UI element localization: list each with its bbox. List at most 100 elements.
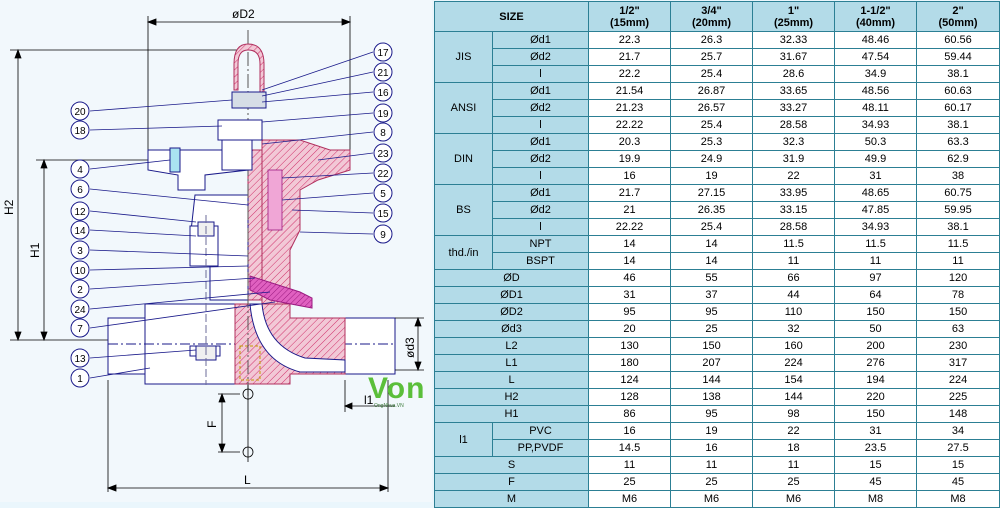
table-cell: 60.63 [916,82,1000,100]
table-cell: 148 [916,405,1000,423]
table-row: ANSI Ød1 21.54 26.87 33.65 48.56 60.63 [434,82,1000,134]
callout-8: 8 [373,122,393,142]
table-cell: 24.9 [670,150,754,168]
callout-20: 20 [70,101,90,121]
row-label: l [491,116,590,134]
callout-22: 22 [373,163,393,183]
table-cell: 63 [916,320,1000,338]
table-cell: 60.17 [916,99,1000,117]
valve-drawing: øD2 H2 H1 F L l1 ød3 20 18 4 6 12 14 3 1… [0,0,432,502]
spec-table-container: SIZE 1/2" (15mm) 3/4" (20mm) 1" (25mm) 1-1/… [433,1,1000,508]
table-cell: M6 [752,490,836,508]
svg-text:2: 2 [77,285,83,296]
svg-text:12: 12 [74,207,86,218]
table-cell: 34.93 [834,116,918,134]
table-cell: 194 [834,371,918,389]
svg-text:1: 1 [77,374,83,385]
table-cell: 33.15 [752,201,836,219]
table-row: Ød2 21 26.35 33.15 47.85 59.95 [435,201,1000,219]
svg-text:17: 17 [377,48,389,59]
table-row: DIN Ød1 20.3 25.3 32.3 50.3 63.3 [434,133,1000,185]
table-cell: 38.1 [916,65,1000,83]
callout-24: 24 [70,299,90,319]
table-row: H2 128 138 144 220 225 [433,388,1000,406]
row-label: Ød1 [491,82,590,100]
dim-label-H1: H1 [28,242,42,258]
table-cell: 160 [752,337,836,355]
table-row: Ød2 21.23 26.57 33.27 48.11 60.17 [435,99,1000,117]
callout-17: 17 [373,42,393,62]
table-row: l 16 19 22 31 38 [435,167,1000,185]
table-cell: 32 [752,320,836,338]
row-label: M [433,490,590,508]
table-cell: 11.5 [834,235,918,253]
table-row: F 25 25 25 45 45 [433,473,1000,491]
table-cell: 38.1 [916,116,1000,134]
table-cell: 150 [834,405,918,423]
table-cell: 110 [752,303,836,321]
watermark-logo: Von OngNhua.VN [368,372,426,409]
table-cell: 22.22 [588,218,672,236]
svg-text:7: 7 [77,324,83,335]
dim-F [218,385,254,462]
table-cell: 48.46 [834,31,918,49]
row-label: S [433,456,590,474]
table-cell: 124 [588,371,672,389]
row-label: Ød2 [491,99,590,117]
group-label: BS [434,184,493,236]
table-cell: 21.7 [588,184,672,202]
row-label: H1 [433,405,590,423]
table-cell: 14 [670,252,754,270]
table-cell: 26.35 [670,201,754,219]
table-cell: 14 [588,235,672,253]
table-cell: M6 [588,490,672,508]
table-cell: 25 [670,473,754,491]
table-row: M M6 M6 M6 M8 M8 [433,490,1000,508]
size-col-header: 3/4" (20mm) [670,1,754,32]
table-row: S 11 11 11 15 15 [433,456,1000,474]
table-cell: 11.5 [916,235,1000,253]
table-cell: 154 [752,371,836,389]
valve-cross-section: øD2 H2 H1 F L l1 ød3 20 18 4 6 12 14 3 1… [2,7,424,492]
table-cell: 14 [670,235,754,253]
table-cell: 34.9 [834,65,918,83]
table-cell: 48.11 [834,99,918,117]
size-header: SIZE [433,1,590,32]
svg-text:4: 4 [77,165,83,176]
table-cell: 25.7 [670,48,754,66]
table-cell: 21.7 [588,48,672,66]
table-cell: 63.3 [916,133,1000,151]
table-cell: 25 [588,473,672,491]
svg-text:20: 20 [74,107,86,118]
callout-23: 23 [373,143,393,163]
row-label: Ød2 [491,201,590,219]
group-label: DIN [434,133,493,185]
dim-label-H2: H2 [2,199,16,215]
table-cell: 15 [916,456,1000,474]
row-label: ØD2 [433,303,590,321]
table-cell: 26.57 [670,99,754,117]
table-cell: 28.6 [752,65,836,83]
svg-text:5: 5 [380,189,386,200]
table-cell: 78 [916,286,1000,304]
dim-label-D2: øD2 [232,7,255,21]
table-cell: 16 [588,167,672,185]
table-cell: 220 [834,388,918,406]
dim-label-L: L [244,473,251,487]
table-cell: 86 [588,405,672,423]
table-cell: 21.54 [588,82,672,100]
table-cell: 128 [588,388,672,406]
table-cell: 31 [834,167,918,185]
callout-5: 5 [373,183,393,203]
table-cell: 33.27 [752,99,836,117]
table-cell: 150 [834,303,918,321]
table-cell: 98 [752,405,836,423]
table-cell: 33.65 [752,82,836,100]
table-cell: 276 [834,354,918,372]
table-cell: 19 [670,422,754,440]
valve-body [107,303,396,385]
table-row: l 22.22 25.4 28.58 34.93 38.1 [435,116,1000,134]
table-cell: 50.3 [834,133,918,151]
group-label: l1 [434,422,493,457]
row-label: ØD [433,269,590,287]
